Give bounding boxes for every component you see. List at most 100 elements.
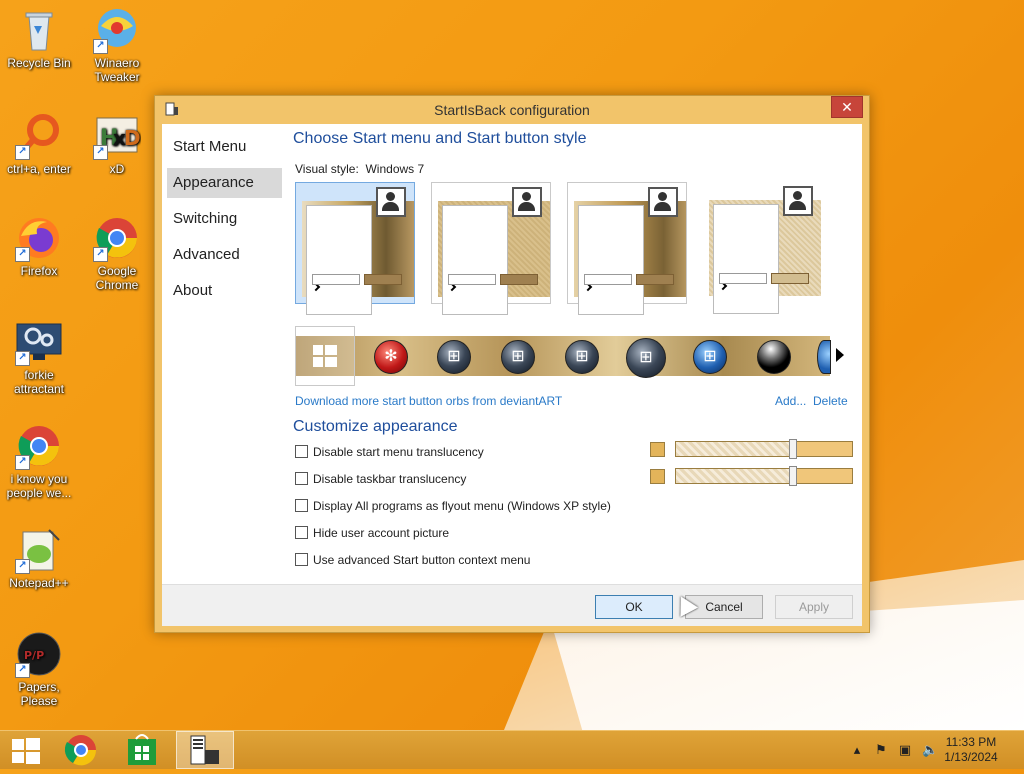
option-flyout-all-programs[interactable]: Display All programs as flyout menu (Win… [295, 498, 611, 514]
desktop-icon-label: xD [109, 162, 125, 176]
style-thumbnail-3[interactable] [567, 182, 687, 315]
checkbox[interactable] [295, 526, 308, 539]
windows-logo-icon [313, 345, 337, 367]
shortcut-arrow-icon: ↗ [15, 559, 30, 574]
orb-option-black[interactable] [757, 340, 791, 374]
desktop-icon-xd[interactable]: HxD ↗ xD [79, 112, 155, 176]
start-menu-color-swatch[interactable] [650, 442, 665, 457]
user-picture-icon [376, 187, 406, 217]
orb-option-xp-style[interactable]: ⊞ [437, 340, 471, 374]
shortcut-arrow-icon: ↗ [15, 455, 30, 470]
svg-text:P/P: P/P [24, 649, 44, 662]
orb-option-win7-glass[interactable]: ⊞ [565, 340, 599, 374]
chrome-icon: ↗ [93, 214, 141, 262]
taskbar-color-swatch[interactable] [650, 469, 665, 484]
orb-option-windows8[interactable] [295, 326, 355, 386]
thumb-search-box [719, 273, 767, 284]
desktop-icon-label: Recycle Bin [7, 56, 71, 70]
checkbox[interactable] [295, 499, 308, 512]
desktop-icon-notepadpp[interactable]: ↗ Notepad++ [1, 526, 77, 590]
orb-option-win7-dark[interactable]: ⊞ [501, 340, 535, 374]
taskbar-chrome[interactable] [55, 731, 107, 769]
nav-item-about[interactable]: About [167, 276, 282, 306]
style-thumbnail-2[interactable] [431, 182, 551, 315]
start-menu-translucency-slider[interactable] [675, 439, 853, 459]
option-advanced-context-menu[interactable]: Use advanced Start button context menu [295, 552, 530, 568]
download-orbs-link[interactable]: Download more start button orbs from dev… [295, 394, 562, 408]
scroll-right-icon[interactable] [836, 348, 844, 362]
desktop-icon-label: Papers, Please [18, 680, 60, 708]
checkbox[interactable] [295, 445, 308, 458]
checkbox[interactable] [295, 472, 308, 485]
winaero-tweaker-icon: ↗ [93, 6, 141, 54]
desktop-icon-forkie[interactable]: ↗ forkie attractant [1, 318, 77, 396]
title-bar[interactable]: StartIsBack configuration ✕ [155, 96, 869, 124]
system-clock[interactable]: 11:33 PM 1/13/2024 [936, 735, 1006, 765]
style-thumbnail-4[interactable] [703, 182, 821, 314]
nav-item-start-menu[interactable]: Start Menu [167, 132, 282, 162]
start-button[interactable] [0, 731, 52, 769]
chrome-icon: ↗ [15, 422, 63, 470]
taskbar-translucency-slider[interactable] [675, 466, 853, 486]
option-label: Display All programs as flyout menu (Win… [313, 499, 611, 513]
desktop-icon-label: i know you people we... [6, 472, 72, 500]
shortcut-arrow-icon: ↗ [15, 145, 30, 160]
taskbar-startisback-config[interactable] [176, 731, 234, 769]
desktop-icon-label: Winaero Tweaker [94, 56, 140, 84]
show-hidden-icons-icon[interactable]: ▴ [850, 743, 864, 757]
magnifier-icon: ↗ [15, 112, 63, 160]
appearance-panel: Choose Start menu and Start button style… [293, 124, 858, 584]
option-hide-user-picture[interactable]: Hide user account picture [295, 525, 449, 541]
settings-nav: Start Menu Appearance Switching Advanced… [162, 124, 287, 584]
slider-fill [792, 442, 852, 456]
firefox-icon: ↗ [15, 214, 63, 262]
delete-orb-link[interactable]: Delete [813, 394, 848, 408]
thumb-search-box [448, 274, 496, 285]
style-thumbnail-1[interactable] [295, 182, 415, 315]
add-orb-link[interactable]: Add... [775, 394, 806, 408]
apply-button[interactable]: Apply [775, 595, 853, 619]
user-picture-icon [512, 187, 542, 217]
nav-item-switching[interactable]: Switching [167, 204, 282, 234]
desktop-icon-papers-please[interactable]: P/P ↗ Papers, Please [1, 630, 77, 708]
ok-button[interactable]: OK [595, 595, 673, 619]
desktop-icon-chrome[interactable]: ↗ Google Chrome [79, 214, 155, 292]
desktop-icon-label: Notepad++ [9, 576, 69, 590]
visual-style-value: Windows 7 [365, 162, 425, 176]
nav-item-appearance[interactable]: Appearance [167, 168, 282, 198]
option-disable-taskbar-translucency[interactable]: Disable taskbar translucency [295, 471, 466, 487]
thumb-search-box [584, 274, 632, 285]
desktop-icon-winaero[interactable]: ↗ Winaero Tweaker [79, 6, 155, 84]
clock-date: 1/13/2024 [944, 750, 998, 764]
thumb-program-list [442, 205, 508, 315]
option-disable-start-translucency[interactable]: Disable start menu translucency [295, 444, 484, 460]
desktop-icon-ctrl-a-enter[interactable]: ↗ ctrl+a, enter [1, 112, 77, 176]
shortcut-arrow-icon: ↗ [93, 247, 108, 262]
checkbox[interactable] [295, 553, 308, 566]
desktop-icon-chrome-shortcut[interactable]: ↗ i know you people we... [1, 422, 77, 500]
notepadpp-icon: ↗ [15, 526, 63, 574]
orb-option-partial[interactable] [817, 340, 831, 374]
nav-item-advanced[interactable]: Advanced [167, 240, 282, 270]
desktop-icon-label: forkie attractant [13, 368, 65, 396]
orb-option-vista[interactable]: ⊞ [693, 340, 727, 374]
orb-option-ornament[interactable]: ✻ [374, 340, 408, 374]
taskbar: ▴ ⚑ ▣ 🔈 11:33 PM 1/13/2024 [0, 730, 1024, 769]
desktop-icon-recycle-bin[interactable]: Recycle Bin [1, 6, 77, 70]
store-icon [128, 734, 156, 765]
shortcut-arrow-icon: ↗ [15, 351, 30, 366]
clock-time: 11:33 PM [945, 735, 997, 749]
desktop-icon-firefox[interactable]: ↗ Firefox [1, 214, 77, 278]
thumb-menu-preview [709, 186, 821, 314]
volume-muted-icon[interactable]: 🔈 [922, 743, 938, 757]
taskbar-store[interactable] [116, 731, 168, 769]
slider-thumb[interactable] [789, 439, 797, 459]
option-label: Disable start menu translucency [313, 445, 484, 459]
orb-option-win7-large[interactable]: ⊞ [626, 338, 666, 378]
network-icon[interactable]: ▣ [898, 743, 912, 757]
close-icon[interactable]: ✕ [831, 96, 863, 118]
section-title-customize: Customize appearance [293, 418, 458, 435]
action-center-flag-icon[interactable]: ⚑ [874, 743, 888, 757]
visual-style-line: Visual style: Windows 7 [295, 162, 424, 176]
slider-thumb[interactable] [789, 466, 797, 486]
